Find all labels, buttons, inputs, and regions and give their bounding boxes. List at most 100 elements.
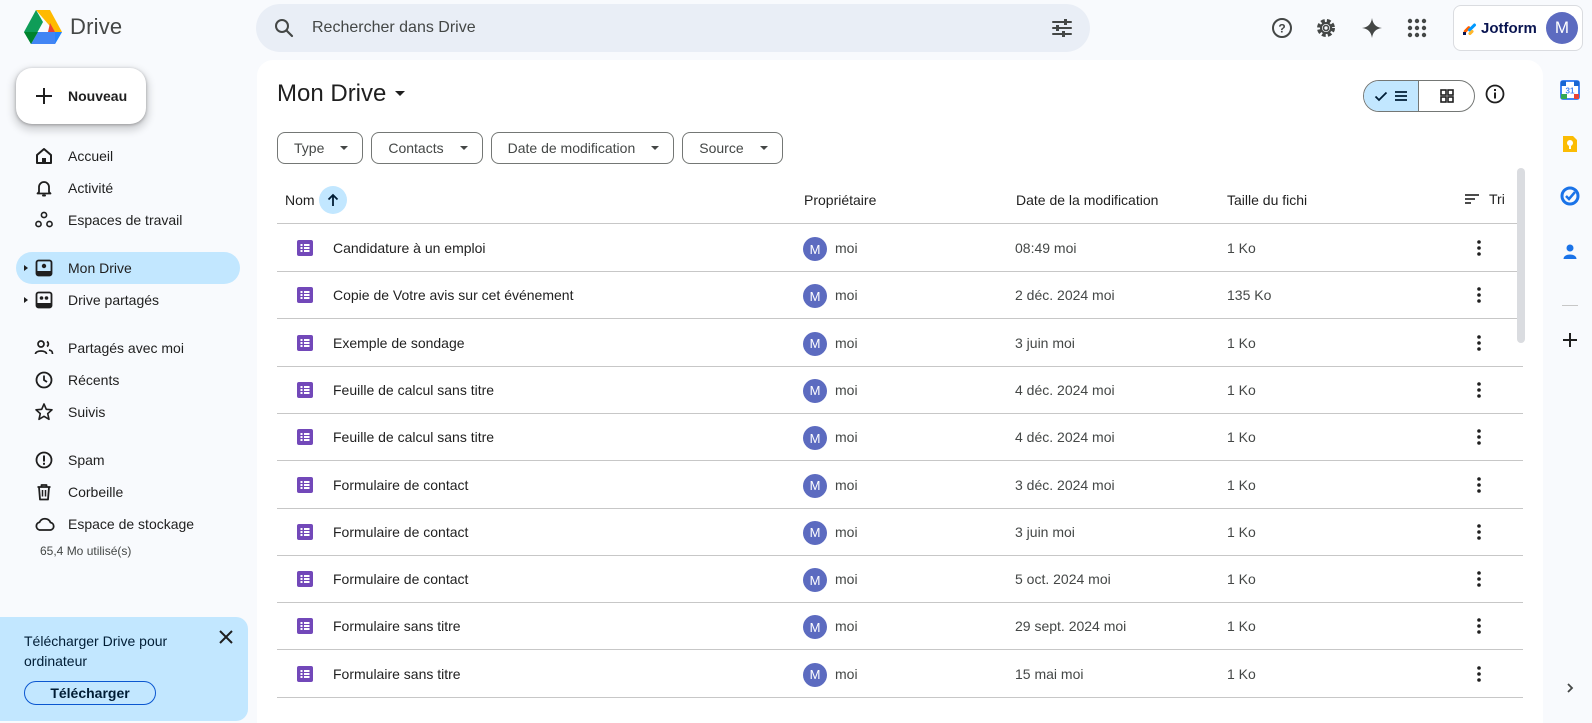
modified-date: 3 déc. 2024 moi <box>1015 476 1115 493</box>
sidebar-item-recents[interactable]: Récents <box>16 364 240 396</box>
close-icon[interactable] <box>214 625 238 649</box>
sidebar-item-spam[interactable]: Spam <box>16 444 240 476</box>
gemini-sparkle-icon[interactable] <box>1352 8 1392 48</box>
modified-date: 29 sept. 2024 moi <box>1015 618 1127 635</box>
more-actions-icon[interactable] <box>1467 378 1491 402</box>
expand-caret-icon[interactable] <box>24 265 28 271</box>
sidebar-item-activite[interactable]: Activité <box>16 172 240 204</box>
filter-label: Source <box>699 140 744 156</box>
account-avatar[interactable]: M <box>1546 12 1578 44</box>
file-name[interactable]: Formulaire de contact <box>333 571 468 587</box>
file-name[interactable]: Feuille de calcul sans titre <box>333 429 494 445</box>
table-row[interactable]: Formulaire sans titre Mmoi 29 sept. 2024 m… <box>277 602 1523 651</box>
more-actions-icon[interactable] <box>1467 473 1491 497</box>
spam-icon <box>34 450 54 470</box>
filter-type[interactable]: Type <box>277 132 364 164</box>
more-actions-icon[interactable] <box>1467 425 1491 449</box>
table-row[interactable]: Formulaire de contact Mmoi 3 juin moi 1 Ko <box>277 508 1523 556</box>
chevron-right-icon[interactable] <box>1558 676 1582 700</box>
column-header-size[interactable]: Taille du fichier <box>1227 192 1307 208</box>
owner-name: moi <box>835 334 858 351</box>
owner-avatar: M <box>803 284 827 309</box>
more-actions-icon[interactable] <box>1467 567 1491 591</box>
svg-text:?: ? <box>1278 22 1285 36</box>
table-row[interactable]: Exemple de sondage Mmoi 3 juin moi 1 Ko <box>277 319 1523 367</box>
filter-date-modification[interactable]: Date de modification <box>490 132 675 164</box>
sidebar-item-espaces-de-travail[interactable]: Espaces de travail <box>16 204 240 236</box>
table-row[interactable]: Candidature à un emploi Mmoi 08:49 moi 1 Ko <box>277 224 1523 272</box>
modified-date: 4 déc. 2024 moi <box>1015 381 1115 398</box>
table-row[interactable]: Formulaire de contact Mmoi 3 déc. 2024 moi… <box>277 461 1523 509</box>
file-size: 1 Ko <box>1227 618 1256 635</box>
sidebar-item-mon-drive[interactable]: Mon Drive <box>16 252 240 284</box>
calendar-icon[interactable]: 31 <box>1558 78 1582 102</box>
more-actions-icon[interactable] <box>1467 283 1491 307</box>
sidebar-item-corbeille[interactable]: Corbeille <box>16 476 240 508</box>
owner-avatar: M <box>803 473 827 498</box>
expand-caret-icon[interactable] <box>24 297 28 303</box>
owner-name: moi <box>835 476 858 493</box>
file-name[interactable]: Formulaire de contact <box>333 477 468 493</box>
drive-logo[interactable]: Drive <box>24 10 122 44</box>
owner-name: moi <box>835 429 858 446</box>
tasks-icon[interactable] <box>1558 184 1582 208</box>
table-row[interactable]: Formulaire de contact Mmoi 5 oct. 2024 moi… <box>277 555 1523 604</box>
more-actions-icon[interactable] <box>1467 614 1491 638</box>
plus-icon[interactable] <box>1558 328 1582 352</box>
more-actions-icon[interactable] <box>1467 662 1491 686</box>
file-name[interactable]: Candidature à un emploi <box>333 240 486 256</box>
page-title[interactable]: Mon Drive <box>277 80 406 108</box>
google-forms-icon <box>297 287 313 304</box>
file-size: 1 Ko <box>1227 571 1256 588</box>
search-icon[interactable] <box>272 16 296 40</box>
info-icon[interactable] <box>1483 82 1507 106</box>
contacts-icon[interactable] <box>1558 240 1582 264</box>
sidebar-item-partages-avec-moi[interactable]: Partagés avec moi <box>16 332 240 364</box>
new-button[interactable]: Nouveau <box>16 68 146 124</box>
sidebar-item-accueil[interactable]: Accueil <box>16 140 240 172</box>
owner-name: moi <box>835 523 858 540</box>
file-name[interactable]: Formulaire sans titre <box>333 618 461 634</box>
table-row[interactable]: Formulaire sans titre Mmoi 15 mai moi 1 Ko <box>277 650 1523 698</box>
account-switcher[interactable]: Jotform M <box>1453 5 1583 51</box>
file-name[interactable]: Copie de Votre avis sur cet événement <box>333 287 573 303</box>
more-actions-icon[interactable] <box>1467 236 1491 260</box>
column-header-modified[interactable]: Date de la modification <box>1016 192 1158 208</box>
scrollbar-thumb[interactable] <box>1517 168 1525 343</box>
search-options-icon[interactable] <box>1050 16 1074 40</box>
settings-icon[interactable] <box>1306 8 1346 48</box>
column-header-name[interactable]: Nom <box>285 192 315 208</box>
owner-avatar: M <box>803 331 827 356</box>
file-name[interactable]: Exemple de sondage <box>333 335 465 351</box>
sidebar-item-label: Corbeille <box>68 484 124 500</box>
filter-chips: Type Contacts Date de modification Sourc… <box>277 132 783 164</box>
download-drive-promo: Télécharger Drive pour ordinateur Téléch… <box>0 617 248 721</box>
table-row[interactable]: Copie de Votre avis sur cet événement Mmo… <box>277 271 1523 320</box>
clock-icon <box>34 370 54 390</box>
file-name[interactable]: Feuille de calcul sans titre <box>333 382 494 398</box>
grid-view-button[interactable] <box>1419 81 1474 111</box>
filter-source[interactable]: Source <box>682 132 783 164</box>
list-view-button[interactable] <box>1364 81 1420 111</box>
search-input[interactable] <box>312 14 1012 42</box>
sidebar-item-label: Espaces de travail <box>68 212 183 228</box>
filter-contacts[interactable]: Contacts <box>371 132 483 164</box>
sort-options-button[interactable]: Tri <box>1463 190 1505 208</box>
table-row[interactable]: Feuille de calcul sans titre Mmoi 4 déc. 2… <box>277 366 1523 414</box>
download-button[interactable]: Télécharger <box>24 681 156 705</box>
help-icon[interactable]: ? <box>1262 8 1302 48</box>
more-actions-icon[interactable] <box>1467 331 1491 355</box>
file-name[interactable]: Formulaire sans titre <box>333 666 461 682</box>
search-bar[interactable] <box>256 4 1090 52</box>
sidebar-item-suivis[interactable]: Suivis <box>16 396 240 428</box>
more-actions-icon[interactable] <box>1467 520 1491 544</box>
table-row[interactable]: Feuille de calcul sans titre Mmoi 4 déc. 2… <box>277 413 1523 462</box>
sidebar-item-drive-partages[interactable]: Drive partagés <box>16 284 240 316</box>
file-name[interactable]: Formulaire de contact <box>333 524 468 540</box>
sidebar-item-espace-de-stockage[interactable]: Espace de stockage <box>16 508 240 540</box>
keep-icon[interactable] <box>1558 132 1582 156</box>
sort-ascending-arrow-icon[interactable] <box>319 186 347 214</box>
google-forms-icon <box>297 476 313 493</box>
apps-grid-icon[interactable] <box>1397 8 1437 48</box>
workspaces-icon <box>34 210 54 230</box>
